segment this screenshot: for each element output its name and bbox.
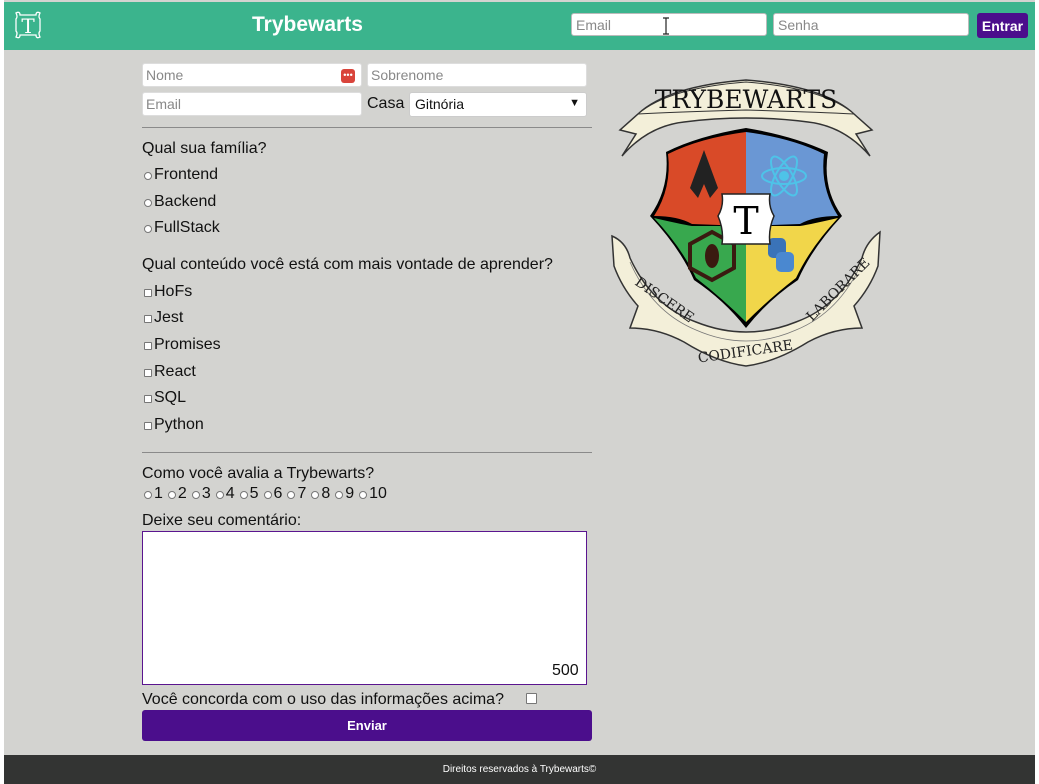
rate-option-6[interactable]: 6 [263,485,283,503]
login-password-input[interactable] [773,13,969,36]
rate-option-1[interactable]: 1 [144,485,163,503]
family-option-label: Frontend [154,166,219,183]
radio-button[interactable] [359,491,368,499]
content-option-label: SQL [154,389,187,406]
login-email-input[interactable] [571,13,767,36]
content-question: Qual conteúdo você está com mais vontade… [142,256,553,273]
family-option-frontend[interactable]: Frontend [144,165,218,185]
checkbox[interactable] [144,368,152,377]
rate-option-label: 2 [177,485,187,502]
family-option-backend[interactable]: Backend [144,192,216,212]
agreement-checkbox[interactable] [526,693,537,704]
submit-button[interactable]: Enviar [142,710,592,741]
agreement-label: Você concorda com o uso das informações … [142,691,504,708]
content-option-python[interactable]: Python [144,415,204,435]
family-option-label: Backend [154,193,217,210]
house-label: Casa [367,95,405,112]
rate-option-label: 9 [345,485,355,502]
rate-option-label: 5 [249,485,259,502]
trybewarts-crest-image: TRYBEWARTS T DISCERE CODIFICARE LABORARE [611,79,881,367]
page-title: Trybewarts [252,13,363,36]
radio-button[interactable] [144,225,152,233]
checkbox[interactable] [144,341,152,350]
family-option-label: FullStack [154,219,220,236]
house-select[interactable]: Gitnória ▼ [409,92,587,117]
content-option-react[interactable]: React [144,362,196,382]
crest-banner-text: TRYBEWARTS [655,85,838,114]
footer-text: Direitos reservados à Trybewarts© [442,764,597,775]
content-option-label: React [154,363,196,380]
radio-button[interactable] [144,172,152,180]
radio-button[interactable] [167,491,176,499]
login-button[interactable]: Entrar [977,13,1028,38]
chevron-down-icon: ▼ [569,97,580,109]
text-cursor-icon [663,17,669,35]
checkbox[interactable] [144,288,152,297]
divider [142,127,592,128]
radio-button[interactable] [311,491,320,499]
rate-question: Como você avalia a Trybewarts? [142,465,375,482]
last-name-input[interactable] [367,63,587,87]
rate-option-7[interactable]: 7 [287,485,306,503]
rate-option-8[interactable]: 8 [311,485,330,503]
checkbox[interactable] [144,314,152,323]
rate-option-label: 4 [225,485,235,502]
rate-option-label: 1 [154,485,163,502]
content-option-label: HoFs [154,283,193,300]
header: T Trybewarts Entrar [4,2,1035,50]
rate-option-5[interactable]: 5 [239,485,259,503]
radio-button[interactable] [239,491,248,499]
checkbox[interactable] [144,421,152,430]
page: T Trybewarts Entrar ••• Casa Gitnória ▼ … [4,0,1035,784]
content-option-sql[interactable]: SQL [144,388,186,408]
rate-option-label: 7 [297,485,307,502]
family-question: Qual sua família? [142,140,267,157]
rate-option-10[interactable]: 10 [359,485,387,503]
content-option-jest[interactable]: Jest [144,308,183,328]
content-option-promises[interactable]: Promises [144,335,221,355]
comment-label: Deixe seu comentário: [142,512,302,529]
first-name-input[interactable] [142,63,362,87]
radio-button[interactable] [144,199,152,207]
radio-button[interactable] [215,491,224,499]
rate-option-label: 3 [201,485,211,502]
content-option-label: Jest [154,309,184,326]
email-input[interactable] [142,92,362,116]
content-option-label: Python [154,416,204,433]
rate-option-label: 10 [369,485,387,502]
rate-option-3[interactable]: 3 [191,485,211,503]
comment-textarea[interactable] [142,531,587,685]
rate-option-4[interactable]: 4 [215,485,235,503]
rate-option-9[interactable]: 9 [335,485,354,503]
radio-button[interactable] [287,491,296,499]
radio-button[interactable] [144,491,152,499]
rate-option-label: 8 [321,485,331,502]
family-option-fullstack[interactable]: FullStack [144,218,220,238]
trybewarts-logo-icon: T [15,11,41,39]
content-option-label: Promises [154,336,221,353]
autofill-icon[interactable]: ••• [341,69,355,83]
radio-button[interactable] [191,491,200,499]
content-option-hofs[interactable]: HoFs [144,282,192,302]
checkbox[interactable] [144,394,152,403]
crest-center-letter: T [733,199,758,243]
character-counter: 500 [552,662,579,679]
rate-option-label: 6 [273,485,283,502]
footer: Direitos reservados à Trybewarts© [4,755,1035,784]
logo-letter: T [21,14,35,38]
rate-options: 1 2 3 4 5 6 7 8 9 10 [144,485,392,503]
divider [142,452,592,453]
radio-button[interactable] [335,491,344,499]
radio-button[interactable] [263,491,272,499]
rate-option-2[interactable]: 2 [167,485,187,503]
house-selected-value: Gitnória [415,96,465,112]
